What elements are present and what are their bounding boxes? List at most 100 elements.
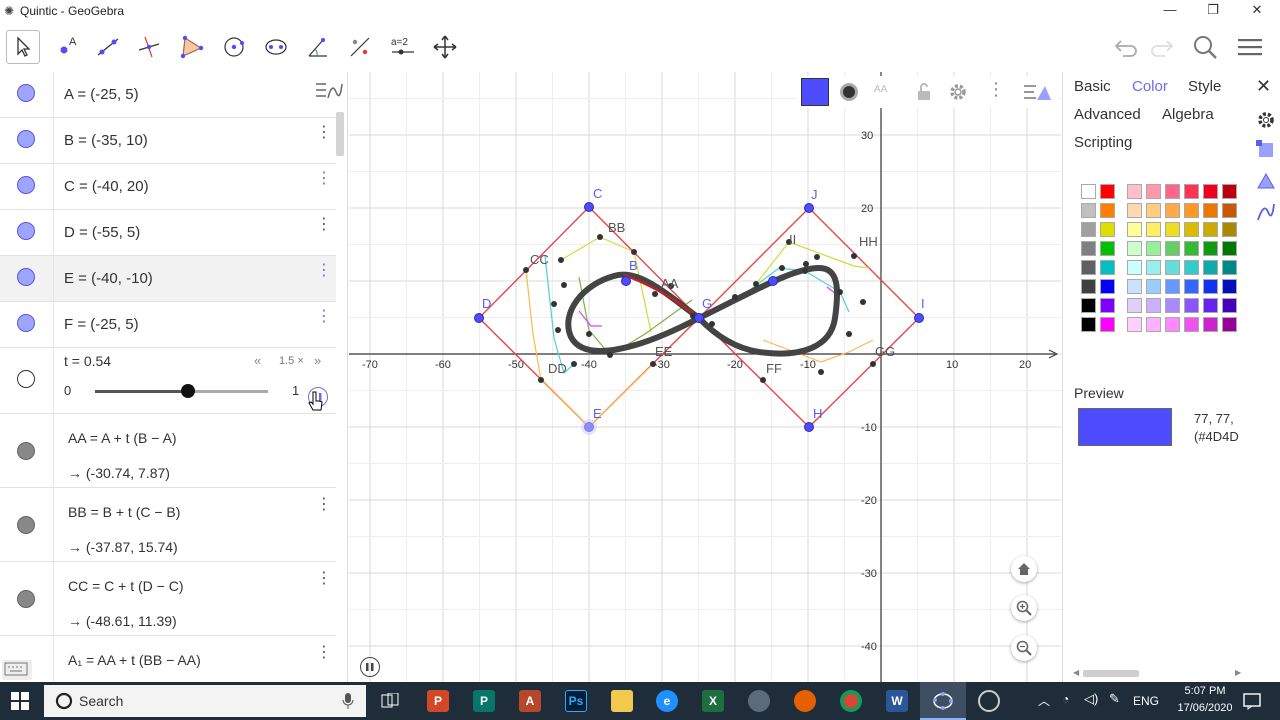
- main-menu-button[interactable]: [1234, 32, 1266, 62]
- visibility-toggle[interactable]: [17, 130, 35, 148]
- algebra-row-f[interactable]: F = (-25, 5): [0, 302, 336, 348]
- color-swatch[interactable]: [1184, 279, 1199, 294]
- color-swatch[interactable]: [1127, 298, 1142, 313]
- color-swatch[interactable]: [1081, 260, 1096, 275]
- fix-object-button[interactable]: [915, 82, 933, 107]
- minimize-button[interactable]: —: [1155, 2, 1185, 20]
- task-view-button[interactable]: [381, 692, 399, 714]
- color-swatch[interactable]: [1100, 298, 1115, 313]
- word-icon[interactable]: W: [886, 690, 908, 712]
- color-swatch[interactable]: [1165, 241, 1180, 256]
- circle-tool-button[interactable]: [217, 30, 251, 64]
- color-swatch[interactable]: [1127, 222, 1142, 237]
- powerpoint-icon[interactable]: P: [427, 690, 449, 712]
- polygon-tool-button[interactable]: [175, 30, 209, 64]
- more-options-icon[interactable]: ⋮: [316, 168, 332, 188]
- visibility-toggle[interactable]: [17, 516, 35, 534]
- color-swatch[interactable]: [1165, 203, 1180, 218]
- color-swatch[interactable]: [1222, 260, 1237, 275]
- angle-tool-button[interactable]: [301, 30, 335, 64]
- app-icon[interactable]: [748, 690, 770, 712]
- graphics-canvas[interactable]: -70 -60 -50 -40 -30 -20 -10 10 203020-10-20-30-4…: [349, 72, 1061, 682]
- color-swatch[interactable]: [1203, 184, 1218, 199]
- conic-tool-button[interactable]: [259, 30, 293, 64]
- redo-button[interactable]: [1146, 32, 1178, 62]
- color-swatch[interactable]: [1127, 279, 1142, 294]
- color-swatch[interactable]: [1081, 241, 1096, 256]
- tab-advanced[interactable]: Advanced: [1074, 106, 1141, 123]
- color-swatch[interactable]: [1203, 241, 1218, 256]
- color-swatch[interactable]: [1081, 203, 1096, 218]
- color-picker-button[interactable]: [801, 78, 829, 106]
- more-options-icon[interactable]: ⋮: [316, 122, 332, 142]
- color-swatch[interactable]: [1203, 203, 1218, 218]
- color-palette[interactable]: [1081, 184, 1249, 336]
- color-swatch[interactable]: [1203, 317, 1218, 332]
- color-swatch[interactable]: [1222, 222, 1237, 237]
- edge-icon[interactable]: e: [656, 690, 678, 712]
- move-graphics-tool-button[interactable]: [428, 30, 462, 64]
- more-options-icon[interactable]: ⋮: [316, 214, 332, 234]
- color-swatch[interactable]: [1127, 241, 1142, 256]
- perpendicular-tool-button[interactable]: [132, 30, 166, 64]
- tab-color[interactable]: Color: [1132, 78, 1168, 95]
- visibility-toggle[interactable]: [17, 176, 35, 194]
- clock-date[interactable]: 17/06/2020: [1172, 702, 1238, 714]
- color-swatch[interactable]: [1127, 317, 1142, 332]
- slider-tool-button[interactable]: a=2: [386, 30, 420, 64]
- slider-track[interactable]: [95, 384, 268, 398]
- properties-horizontal-scrollbar[interactable]: ◀ ▶: [1073, 668, 1243, 678]
- color-swatch[interactable]: [1146, 184, 1161, 199]
- color-swatch[interactable]: [1146, 222, 1161, 237]
- algebra-row-d[interactable]: D = (-55, 5): [0, 210, 336, 256]
- function-properties-button[interactable]: [1256, 202, 1276, 227]
- point-style-button[interactable]: [840, 83, 858, 101]
- color-swatch[interactable]: [1222, 184, 1237, 199]
- slower-button[interactable]: «: [254, 353, 261, 368]
- line-tool-button[interactable]: [91, 30, 125, 64]
- zoom-out-button[interactable]: [1011, 635, 1037, 661]
- color-swatch[interactable]: [1165, 184, 1180, 199]
- color-swatch[interactable]: [1127, 260, 1142, 275]
- color-swatch[interactable]: [1165, 298, 1180, 313]
- algebra-row-a1[interactable]: A₁ = AA + t (BB − AA): [0, 636, 336, 682]
- tab-scripting[interactable]: Scripting: [1074, 134, 1132, 151]
- object-settings-button[interactable]: [948, 82, 968, 107]
- more-options-icon[interactable]: ⋮: [316, 306, 332, 326]
- move-tool-button[interactable]: [6, 30, 40, 64]
- color-swatch[interactable]: [1081, 279, 1096, 294]
- color-swatch[interactable]: [1165, 279, 1180, 294]
- more-options-icon[interactable]: ⋮: [316, 568, 332, 588]
- visibility-toggle[interactable]: [17, 590, 35, 608]
- algebra-row-c[interactable]: C = (-40, 20): [0, 164, 336, 210]
- color-swatch[interactable]: [1184, 184, 1199, 199]
- standard-view-button[interactable]: [1011, 556, 1037, 582]
- visibility-toggle[interactable]: [17, 84, 35, 102]
- color-swatch[interactable]: [1100, 279, 1115, 294]
- taskbar-search-box[interactable]: Search: [44, 685, 366, 717]
- more-options-icon[interactable]: ⋮: [316, 642, 332, 662]
- color-swatch[interactable]: [1184, 298, 1199, 313]
- color-swatch[interactable]: [1146, 241, 1161, 256]
- excel-icon[interactable]: X: [702, 690, 724, 712]
- color-swatch[interactable]: [1100, 241, 1115, 256]
- color-swatch[interactable]: [1184, 260, 1199, 275]
- color-swatch[interactable]: [1165, 222, 1180, 237]
- visibility-toggle[interactable]: [17, 222, 35, 240]
- visibility-toggle[interactable]: [17, 268, 35, 286]
- color-swatch[interactable]: [1222, 279, 1237, 294]
- more-options-icon[interactable]: ⋮: [316, 494, 332, 514]
- start-button[interactable]: [11, 692, 29, 715]
- network-icon[interactable]: ◔: [1062, 692, 1069, 706]
- pen-icon[interactable]: ✎: [1109, 691, 1120, 707]
- keyboard-toggle[interactable]: [2, 660, 32, 680]
- color-swatch[interactable]: [1146, 203, 1161, 218]
- animation-speed[interactable]: 1.5 ×: [279, 355, 304, 367]
- faster-button[interactable]: »: [314, 353, 321, 368]
- color-swatch[interactable]: [1203, 279, 1218, 294]
- app-icon[interactable]: [978, 690, 1000, 712]
- tab-basic[interactable]: Basic: [1074, 78, 1111, 95]
- color-swatch[interactable]: [1100, 184, 1115, 199]
- color-swatch[interactable]: [1222, 317, 1237, 332]
- color-swatch[interactable]: [1081, 298, 1096, 313]
